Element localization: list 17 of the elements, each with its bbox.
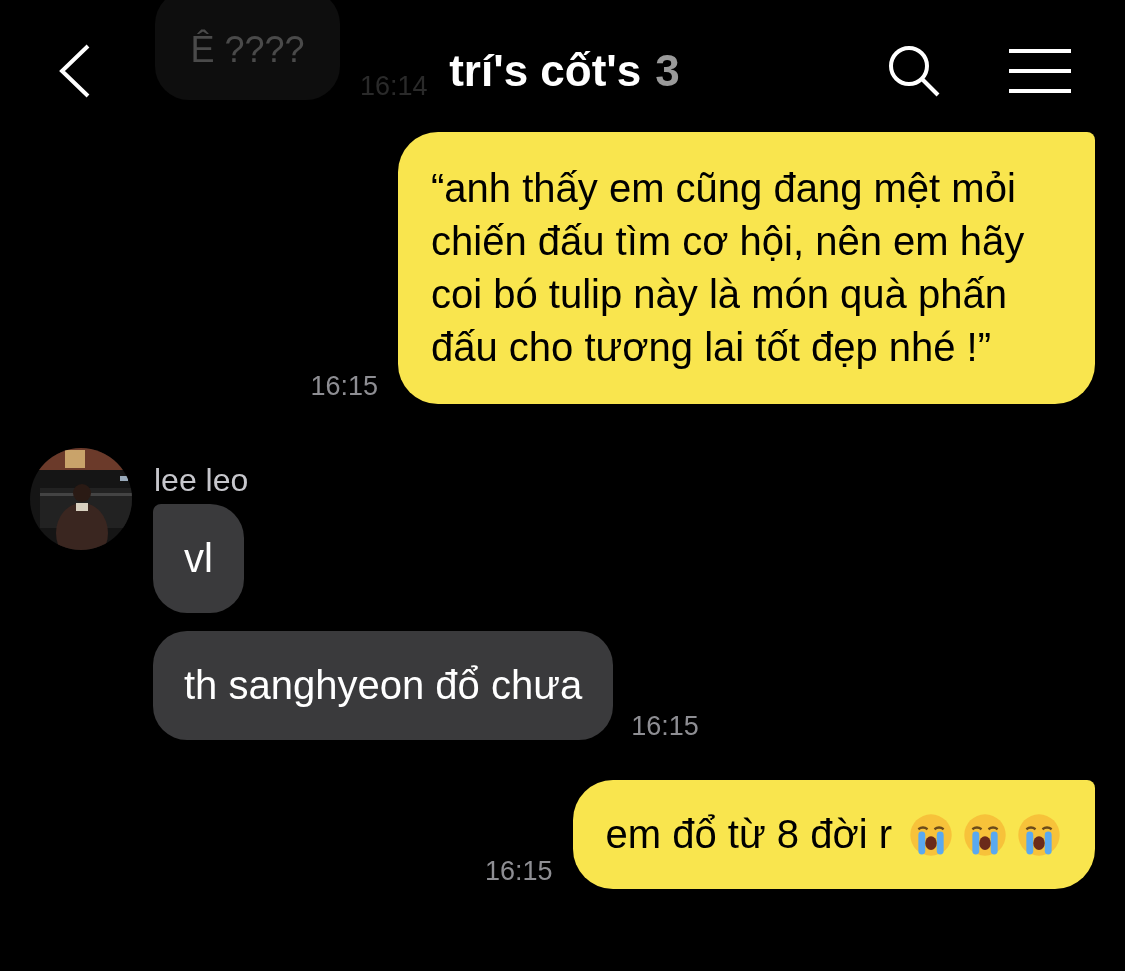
message-bubble: th sanghyeon đổ chưa — [153, 631, 614, 740]
message-time: 16:15 — [310, 371, 378, 401]
menu-icon[interactable] — [1009, 48, 1071, 94]
message-bubble: vl — [153, 504, 244, 613]
back-icon[interactable] — [58, 43, 92, 99]
crying-face-icon — [908, 811, 954, 858]
message-time: 16:15 — [484, 856, 553, 886]
message-time: 16:15 — [631, 711, 699, 741]
message-text: “anh thấy em cũng đang mệt mỏi chiến đấu tìm cơ hội, nên em hãy coi bó tulip này là món quà phấn đấu cho tương lai tốt đẹp nhé !” — [431, 165, 1025, 371]
member-count: 3 — [655, 45, 680, 97]
sender-name: lee leo — [154, 461, 249, 500]
crying-face-icon — [1016, 811, 1062, 858]
search-icon[interactable] — [887, 44, 941, 98]
chat-title: trí's cốt's — [449, 45, 642, 97]
message-text: em đổ từ 8 đời r — [605, 811, 892, 858]
message-bubble: Ê ???? — [155, 0, 340, 100]
crying-face-icon — [962, 811, 1008, 858]
